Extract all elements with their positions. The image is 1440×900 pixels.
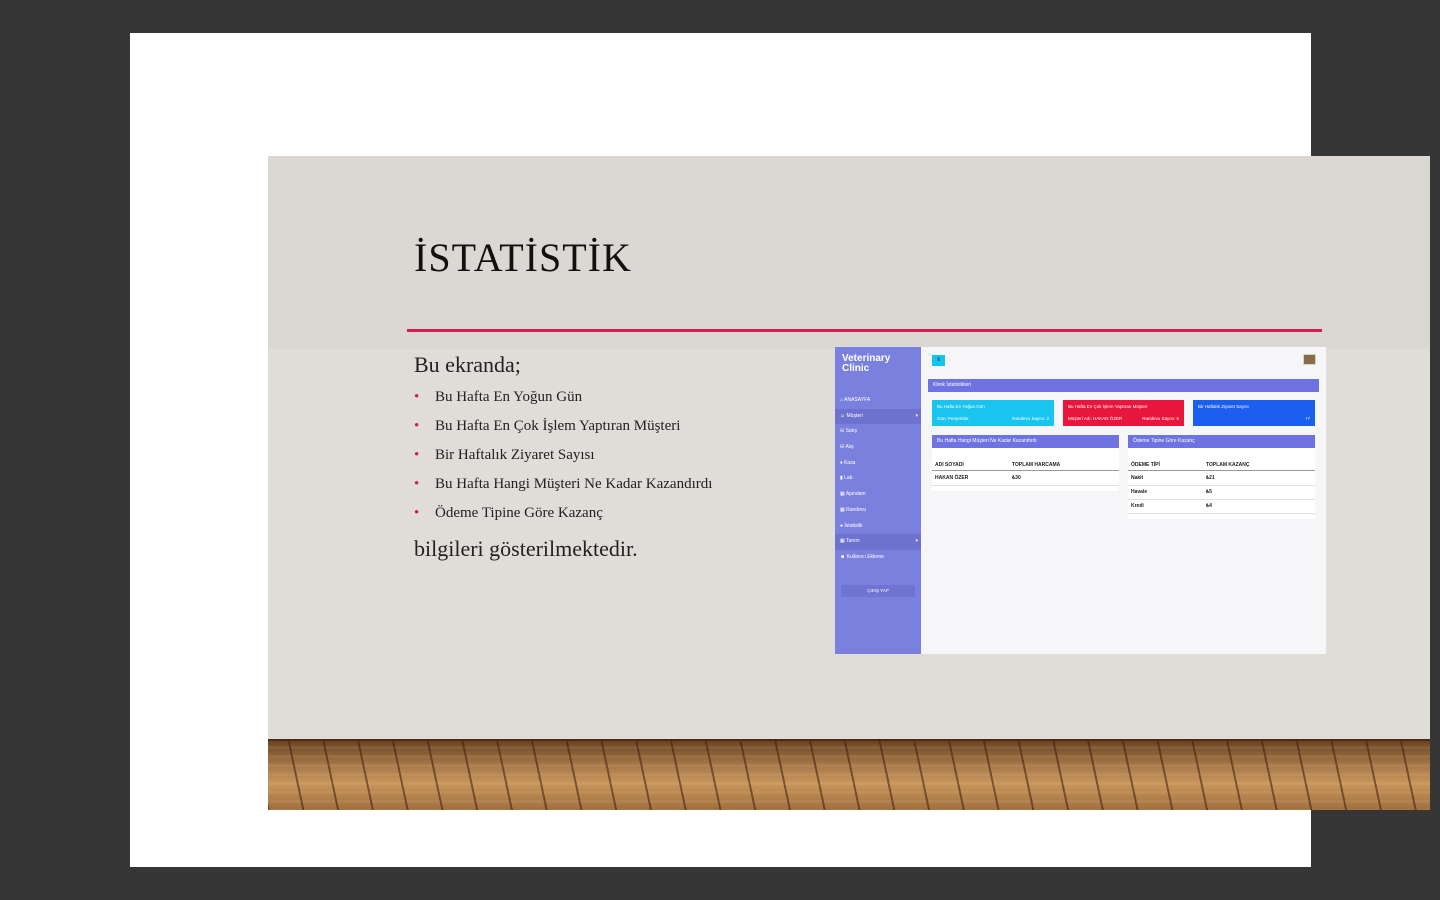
payment-type-panel: Ödeme Tipine Göre Kazanç ÖDEME TİPİ TOPL… bbox=[1128, 435, 1315, 519]
stats-icon: ● bbox=[840, 522, 844, 529]
bullet-dot-icon: • bbox=[414, 418, 420, 434]
column-header: TOPLAM HARCAMA bbox=[1012, 462, 1061, 468]
row-divider bbox=[1128, 485, 1315, 486]
chevron-down-icon: ▾ bbox=[915, 538, 918, 545]
bullet-dot-icon: • bbox=[414, 505, 420, 521]
header-divider bbox=[932, 470, 1119, 471]
menu-icon: ≡ bbox=[936, 357, 941, 363]
cash-icon: ♦ bbox=[840, 459, 843, 466]
table-cell: Nakit bbox=[1131, 475, 1144, 481]
sidebar-item-anasayfa[interactable]: ⌂ ANASAYFA bbox=[835, 393, 921, 409]
wood-floor-decoration bbox=[268, 739, 1430, 810]
calendar-icon: ▦ bbox=[840, 491, 845, 498]
users-icon: ☺ bbox=[840, 412, 846, 419]
sidebar-item-lab[interactable]: ▮ Lab bbox=[835, 471, 921, 487]
brand-title: Veterinary Clinic bbox=[842, 353, 891, 374]
chevron-down-icon: ▾ bbox=[915, 412, 918, 419]
appointment-icon: ▦ bbox=[840, 506, 845, 513]
stat-card-visit-count: Bir Haftalık Ziyaret Sayısı +7 bbox=[1193, 400, 1315, 426]
stat-card-busiest-day: Bu Hafta En Yoğun Gün Gün: Perşembe Rand… bbox=[932, 400, 1054, 426]
column-header: ÖDEME TİPİ bbox=[1131, 462, 1160, 468]
avatar[interactable] bbox=[1303, 354, 1316, 365]
sidebar-item-tanim[interactable]: ▦ Tanım ▾ bbox=[835, 534, 921, 550]
sidebar-item-alis[interactable]: ⛁ Alış bbox=[835, 440, 921, 456]
column-header: TOPLAM KAZANÇ bbox=[1206, 462, 1250, 468]
definition-icon: ▦ bbox=[840, 538, 845, 545]
row-divider bbox=[1128, 499, 1315, 500]
slide-page: İSTATİSTİK Bu ekranda; • Bu Hafta En Yoğu… bbox=[130, 33, 1430, 867]
sidebar-item-randevu[interactable]: ▦ Randevu bbox=[835, 503, 921, 519]
user-add-icon: ☻ bbox=[840, 553, 846, 560]
table-cell: HAKAN ÖZER bbox=[935, 475, 969, 481]
bullet-dot-icon: • bbox=[414, 447, 420, 463]
section-header: Klinik İstatistikleri bbox=[928, 379, 1319, 392]
table-cell: Kredi bbox=[1131, 503, 1144, 509]
sale-icon: ⛁ bbox=[840, 428, 845, 435]
row-divider bbox=[1128, 513, 1315, 514]
bullet-list: • Bu Hafta En Yoğun Gün • Bu Hafta En Çok … bbox=[414, 386, 712, 531]
table-cell: Havale bbox=[1131, 489, 1148, 495]
title-divider bbox=[407, 329, 1322, 332]
bullet-item: • Bu Hafta Hangi Müşteri Ne Kadar Kazandı… bbox=[414, 473, 712, 502]
intro-text: Bu ekranda; bbox=[414, 352, 521, 377]
bullet-item: • Ödeme Tipine Göre Kazanç bbox=[414, 502, 712, 531]
table-cell: ₺4 bbox=[1206, 503, 1212, 509]
table-cell: ₺5 bbox=[1206, 489, 1212, 495]
home-icon: ⌂ bbox=[840, 397, 844, 403]
logout-button[interactable]: ÇIKIŞ YAP bbox=[841, 585, 915, 597]
lab-icon: ▮ bbox=[840, 475, 843, 482]
table-cell: ₺21 bbox=[1206, 475, 1215, 481]
menu-toggle-button[interactable]: ≡ bbox=[932, 355, 945, 366]
outro-text: bilgileri gösterilmektedir. bbox=[414, 536, 638, 561]
bullet-item: • Bir Haftalık Ziyaret Sayısı bbox=[414, 444, 712, 473]
row-divider bbox=[932, 485, 1119, 486]
slide: İSTATİSTİK Bu ekranda; • Bu Hafta En Yoğu… bbox=[268, 156, 1430, 810]
sidebar-item-istatistik[interactable]: ● İstatistik bbox=[835, 519, 921, 535]
sidebar-item-kasa[interactable]: ♦ Kasa bbox=[835, 456, 921, 472]
stat-card-top-customer: Bu Hafta En Çok İşlem Yaptıran Müşteri M… bbox=[1063, 400, 1184, 426]
table-cell: ₺30 bbox=[1012, 475, 1021, 481]
sidebar-item-satis[interactable]: ⛁ Satış bbox=[835, 424, 921, 440]
sidebar-item-musteri[interactable]: ☺ Müşteri ▾ bbox=[835, 408, 921, 425]
bullet-dot-icon: • bbox=[414, 389, 420, 405]
sidebar: Veterinary Clinic ⌂ ANASAYFA ☺ Müşteri ▾ … bbox=[835, 347, 921, 654]
column-header: ADI SOYADI bbox=[935, 462, 964, 468]
slide-title: İSTATİSTİK bbox=[414, 235, 632, 280]
sidebar-nav: ⌂ ANASAYFA ☺ Müşteri ▾ ⛁ Satış ⛁ Alış ♦ K… bbox=[835, 393, 921, 566]
customer-spend-panel: Bu Hafta Hangi Müşteri Ne Kadar Kazandır… bbox=[932, 435, 1119, 491]
bullet-item: • Bu Hafta En Çok İşlem Yaptıran Müşteri bbox=[414, 415, 712, 444]
header-divider bbox=[1128, 470, 1315, 471]
payment-type-header: Ödeme Tipine Göre Kazanç bbox=[1128, 435, 1315, 448]
purchase-icon: ⛁ bbox=[840, 444, 845, 451]
sidebar-item-kullanici-ekleme[interactable]: ☻ Kullanıcı Ekleme bbox=[835, 550, 921, 566]
bullet-item: • Bu Hafta En Yoğun Gün bbox=[414, 386, 712, 415]
sidebar-item-ajandam[interactable]: ▦ Ajandam bbox=[835, 487, 921, 503]
app-screenshot: Veterinary Clinic ⌂ ANASAYFA ☺ Müşteri ▾ … bbox=[835, 347, 1326, 654]
customer-spend-header: Bu Hafta Hangi Müşteri Ne Kadar Kazandır… bbox=[932, 435, 1119, 448]
bullet-dot-icon: • bbox=[414, 476, 420, 492]
